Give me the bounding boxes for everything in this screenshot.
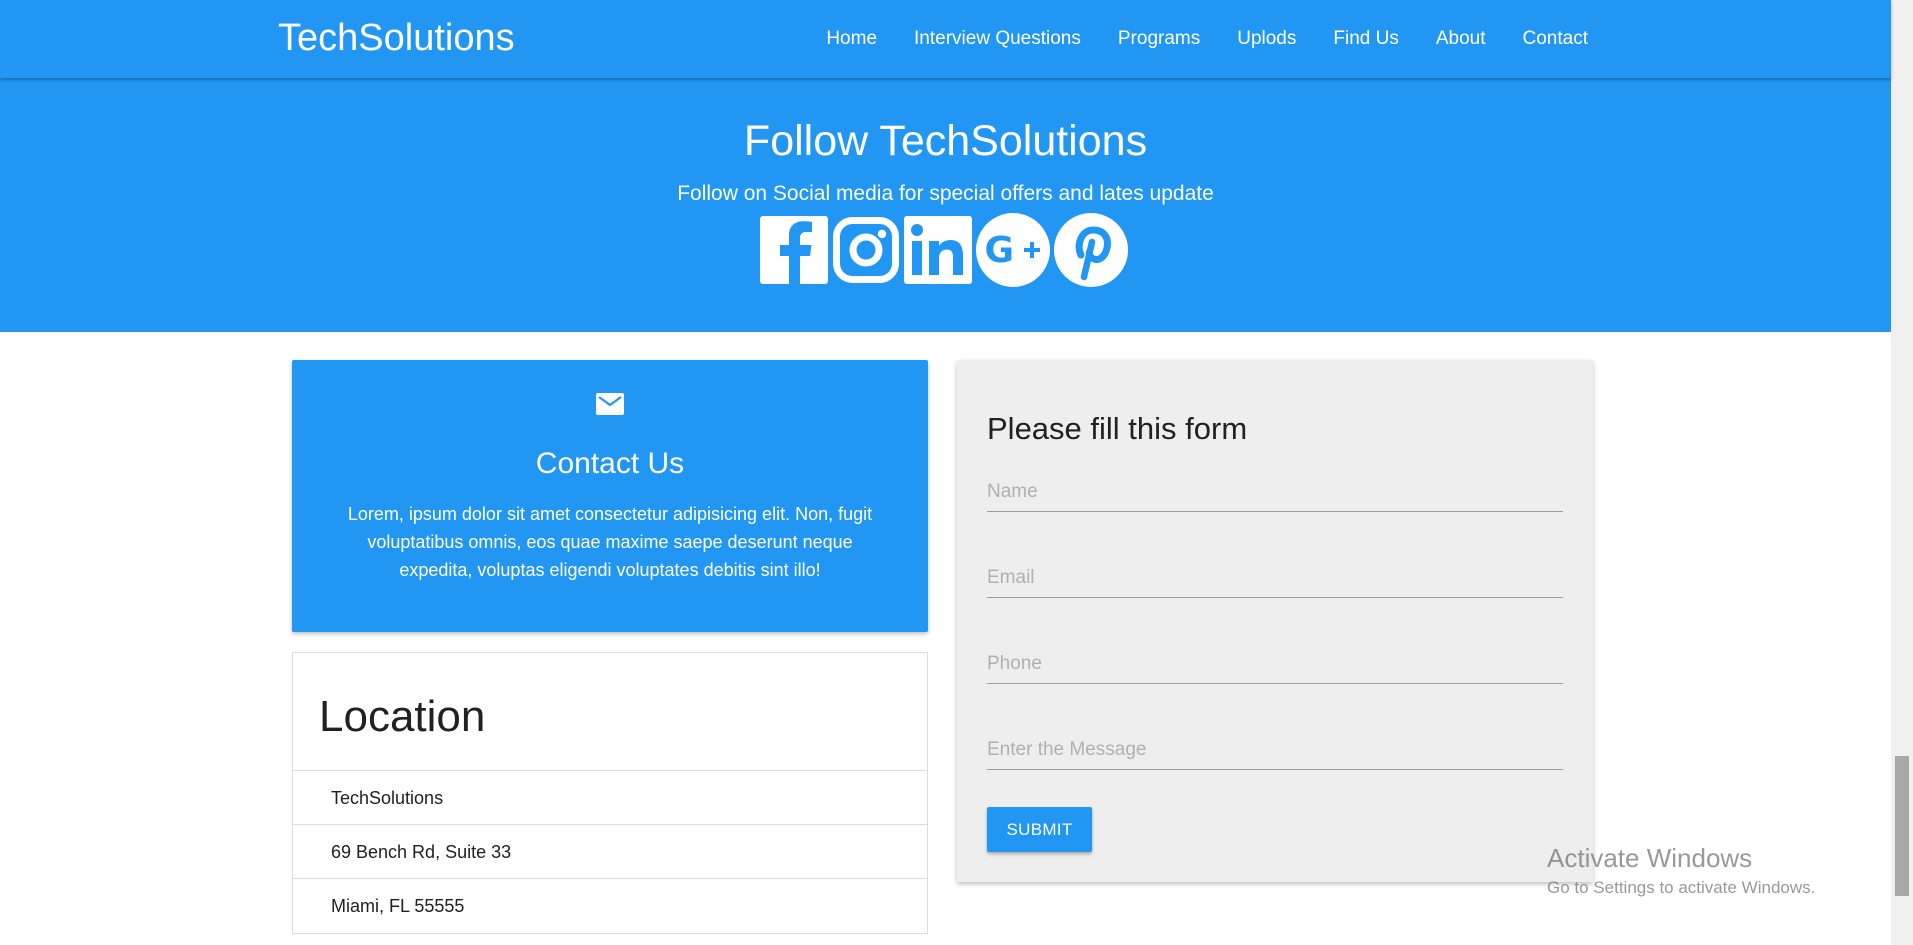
email-input[interactable] [987, 559, 1563, 598]
nav-link-uploads[interactable]: Uplods [1237, 28, 1296, 50]
scrollbar-thumb[interactable] [1895, 756, 1909, 896]
message-input[interactable] [987, 731, 1563, 770]
nav-link-home[interactable]: Home [826, 28, 877, 50]
nav-link-programs[interactable]: Programs [1118, 28, 1200, 50]
contact-title: Contact Us [535, 447, 685, 480]
brand-logo[interactable]: TechSolutions [278, 16, 515, 62]
location-item: Miami, FL 55555 [331, 896, 465, 916]
linkedin-icon[interactable] [904, 216, 972, 284]
social-icons: G [760, 213, 1128, 287]
location-item: TechSolutions [293, 771, 927, 825]
instagram-icon[interactable] [832, 216, 900, 284]
contact-card: Contact Us Lorem, ipsum dolor sit amet c… [292, 360, 928, 632]
contact-form: Please fill this form SUBMIT [957, 360, 1593, 882]
submit-button[interactable]: SUBMIT [987, 807, 1092, 852]
form-title: Please fill this form [987, 411, 1248, 446]
hero-subtitle: Follow on Social media for special offer… [677, 182, 1214, 205]
location-item: 69 Bench Rd, Suite 33 [293, 825, 927, 879]
pinterest-icon[interactable] [1054, 213, 1128, 287]
contact-description: Lorem, ipsum dolor sit amet consectetur … [347, 504, 873, 580]
nav-link-find-us[interactable]: Find Us [1333, 28, 1398, 50]
nav-link-contact[interactable]: Contact [1523, 28, 1588, 50]
nav-links: Home Interview Questions Programs Uplods… [826, 0, 1588, 78]
facebook-icon[interactable] [760, 216, 828, 284]
watermark-subtitle: Go to Settings to activate Windows. [1547, 878, 1816, 898]
vertical-scrollbar[interactable] [1891, 0, 1913, 945]
nav-link-about[interactable]: About [1436, 28, 1486, 50]
phone-input[interactable] [987, 645, 1563, 684]
location-card: Location TechSolutions 69 Bench Rd, Suit… [292, 652, 928, 934]
follow-section: Follow TechSolutions Follow on Social me… [0, 78, 1891, 332]
google-plus-icon[interactable]: G [976, 213, 1050, 287]
watermark-title: Activate Windows [1547, 843, 1753, 873]
hero-title: Follow TechSolutions [743, 117, 1148, 165]
nav-link-interview-questions[interactable]: Interview Questions [914, 28, 1081, 50]
location-title: Location [293, 653, 927, 771]
svg-text:G: G [985, 230, 1015, 271]
mail-icon [596, 393, 624, 415]
name-input[interactable] [987, 473, 1563, 512]
navbar: TechSolutions Home Interview Questions P… [0, 0, 1891, 78]
activate-windows-watermark: Activate Windows Go to Settings to activ… [1547, 843, 1815, 899]
